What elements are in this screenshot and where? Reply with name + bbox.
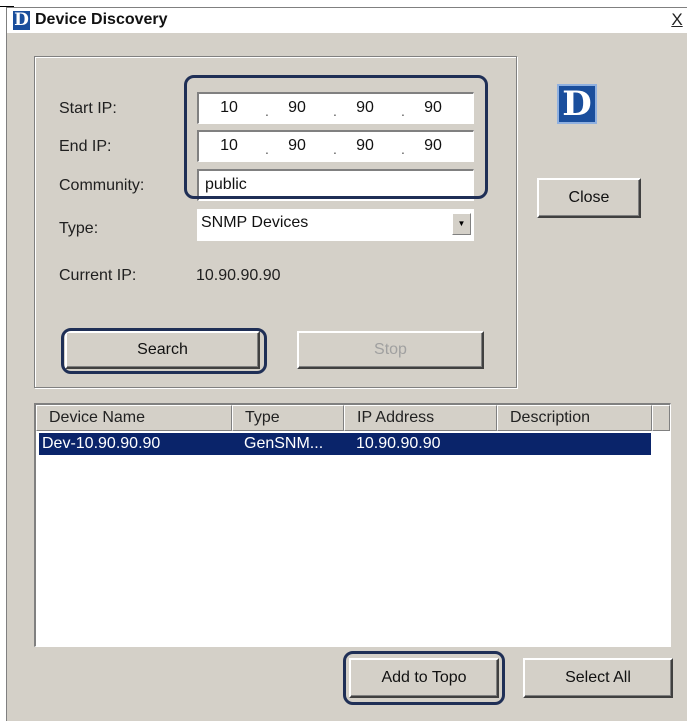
type-select[interactable]: SNMP Devices ▼ [197,209,474,241]
dlink-logo-icon: D [557,84,597,124]
ip-separator: . [333,141,337,157]
table-row[interactable]: Dev-10.90.90.90 GenSNM... 10.90.90.90 [39,433,651,455]
search-button[interactable]: Search [65,331,260,369]
start-ip-field[interactable]: 10 . 90 . 90 . 90 [197,92,474,124]
type-label: Type: [59,220,99,237]
stop-button[interactable]: Stop [297,331,484,369]
close-button[interactable]: Close [537,178,641,218]
current-ip-value: 10.90.90.90 [196,267,281,284]
close-button-label: Close [568,189,610,206]
device-list[interactable]: Device Name Type IP Address Description … [34,403,671,647]
column-header-description[interactable]: Description [497,405,652,431]
end-ip-label: End IP: [59,138,112,155]
ip-separator: . [265,103,269,119]
current-ip-label: Current IP: [59,267,137,284]
community-value: public [205,176,247,193]
end-ip-octet-3[interactable]: 90 [345,137,385,155]
discovery-settings-group: Start IP: End IP: Community: Type: Curre… [34,56,517,388]
cell-device-name: Dev-10.90.90.90 [42,435,161,452]
end-ip-field[interactable]: 10 . 90 . 90 . 90 [197,130,474,162]
title-bar[interactable]: D Device Discovery X [7,8,687,33]
cell-type: GenSNM... [244,435,324,452]
ip-separator: . [401,141,405,157]
start-ip-octet-3[interactable]: 90 [345,99,385,117]
end-ip-octet-1[interactable]: 10 [209,137,249,155]
column-header-filler [652,405,670,431]
ip-separator: . [333,103,337,119]
start-ip-label: Start IP: [59,100,117,117]
community-label: Community: [59,177,145,194]
start-ip-octet-4[interactable]: 90 [413,99,453,117]
column-header-device-name[interactable]: Device Name [36,405,232,431]
select-all-button-label: Select All [565,669,631,686]
type-selected-value: SNMP Devices [201,214,309,231]
start-ip-octet-1[interactable]: 10 [209,99,249,117]
select-all-button[interactable]: Select All [523,658,673,698]
add-to-topo-button[interactable]: Add to Topo [349,658,499,698]
stop-button-label: Stop [374,341,407,358]
column-header-ip-address[interactable]: IP Address [344,405,497,431]
window-title: Device Discovery [35,11,168,28]
community-field[interactable]: public [197,169,474,201]
end-ip-octet-2[interactable]: 90 [277,137,317,155]
dlink-logo-icon: D [13,10,30,30]
close-window-button[interactable]: X [668,10,686,30]
start-ip-octet-2[interactable]: 90 [277,99,317,117]
end-ip-octet-4[interactable]: 90 [413,137,453,155]
chevron-down-icon[interactable]: ▼ [452,213,471,235]
column-header-type[interactable]: Type [232,405,344,431]
add-to-topo-button-label: Add to Topo [381,669,467,686]
cell-ip-address: 10.90.90.90 [356,435,441,452]
device-discovery-dialog: D Device Discovery X Start IP: End IP: C… [6,7,687,721]
ip-separator: . [401,103,405,119]
ip-separator: . [265,141,269,157]
search-button-label: Search [137,341,188,358]
